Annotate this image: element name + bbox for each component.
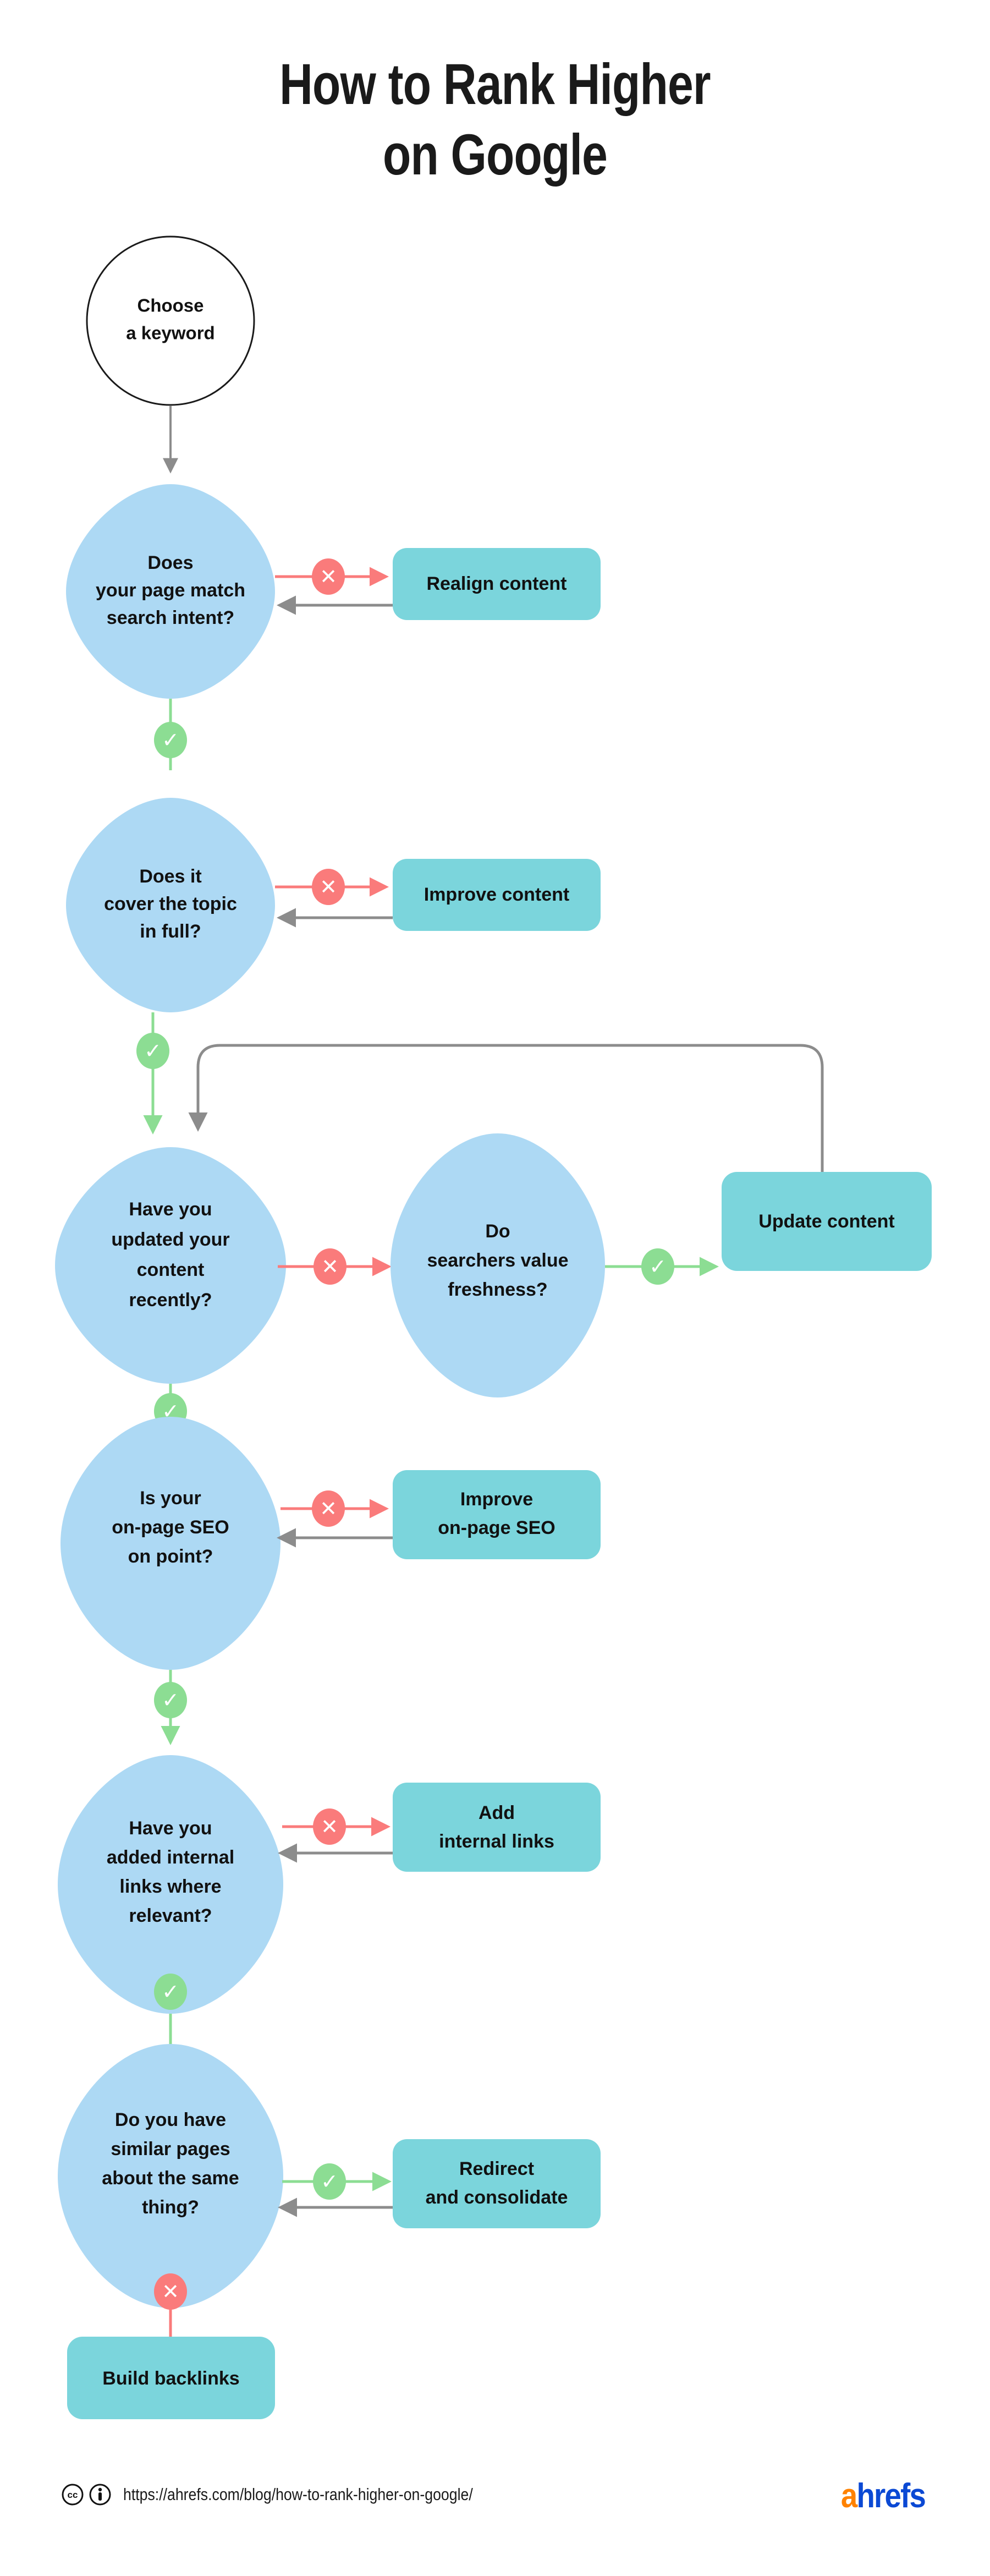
decision-label-duplicate-pages-l1: Do you have	[115, 2109, 226, 2130]
decision-label-internal-links-l3: links where	[119, 1876, 221, 1897]
decision-label-internal-links-l4: relevant?	[129, 1905, 212, 1926]
action-label-build-backlinks: Build backlinks	[102, 2368, 239, 2389]
badge-yes-internal-links: ✓	[154, 1974, 187, 2010]
decision-node-search-intent: Does your page match search intent?	[66, 484, 275, 699]
action-label-redirect-consolidate-l2: and consolidate	[426, 2187, 568, 2208]
x-icon: ✕	[162, 2281, 179, 2304]
decision-label-topic-coverage-l3: in full?	[140, 921, 201, 942]
badge-yes-topic-coverage: ✓	[136, 1033, 169, 1069]
decision-label-searchers-freshness-l3: freshness?	[448, 1279, 547, 1300]
decision-label-on-page-seo-l2: on-page SEO	[112, 1517, 229, 1538]
flowchart-diagram: Choose a keyword Does your page match se…	[55, 235, 932, 2419]
badge-yes-on-page-seo: ✓	[154, 1682, 187, 1718]
x-icon: ✕	[321, 1816, 338, 1839]
action-label-redirect-consolidate-l1: Redirect	[459, 2158, 534, 2179]
action-node-improve-on-page-seo: Improve on-page SEO	[393, 1470, 601, 1559]
check-icon: ✓	[162, 1981, 179, 2004]
decision-label-internal-links-l1: Have you	[129, 1818, 212, 1839]
decision-label-internal-links-l2: added internal	[107, 1847, 234, 1868]
decision-label-search-intent-l3: search intent?	[107, 607, 234, 628]
badge-no-search-intent: ✕	[312, 558, 345, 595]
badge-no-on-page-seo: ✕	[312, 1490, 345, 1527]
action-label-improve-on-page-seo-l1: Improve	[460, 1489, 533, 1510]
badge-yes-duplicate-pages: ✓	[313, 2163, 346, 2200]
action-label-improve-on-page-seo-l2: on-page SEO	[438, 1517, 555, 1538]
infographic-page: How to Rank Higher on Google Choose a ke…	[0, 0, 990, 2576]
check-icon: ✓	[162, 729, 179, 752]
x-icon: ✕	[321, 1256, 339, 1279]
decision-label-duplicate-pages-l3: about the same	[102, 2168, 239, 2189]
action-label-update-content: Update content	[758, 1211, 894, 1232]
decision-node-duplicate-pages: Do you have similar pages about the same…	[58, 2044, 283, 2308]
ahrefs-logo[interactable]: ahrefs	[840, 2477, 926, 2515]
decision-label-on-page-seo-l3: on point?	[128, 1546, 213, 1567]
decision-label-searchers-freshness-l2: searchers value	[427, 1250, 568, 1271]
action-node-add-internal-links: Add internal links	[393, 1783, 601, 1872]
start-node-label-line2: a keyword	[126, 323, 215, 343]
badge-no-internal-links: ✕	[313, 1808, 346, 1845]
decision-label-on-page-seo-l1: Is your	[140, 1488, 201, 1509]
decision-label-search-intent-l1: Does	[147, 552, 193, 573]
action-node-build-backlinks: Build backlinks	[67, 2337, 275, 2419]
decision-label-topic-coverage-l2: cover the topic	[104, 894, 237, 914]
creative-commons-icon: cc	[62, 2484, 84, 2506]
action-node-redirect-consolidate: Redirect and consolidate	[393, 2139, 601, 2228]
decision-node-on-page-seo: Is your on-page SEO on point?	[61, 1417, 280, 1670]
action-label-add-internal-links-l1: Add	[479, 1802, 515, 1823]
decision-label-duplicate-pages-l4: thing?	[142, 2197, 199, 2218]
footer: cc https://ahrefs.com/blog/how-to-rank-h…	[0, 2476, 990, 2536]
svg-text:cc: cc	[68, 2490, 78, 2500]
badge-no-topic-coverage: ✕	[312, 869, 345, 905]
decision-node-content-freshness: Have you updated your content recently?	[55, 1147, 286, 1384]
creative-commons-by-icon	[89, 2484, 111, 2506]
badge-no-duplicate-pages: ✕	[154, 2273, 187, 2310]
decision-label-content-freshness-l3: content	[137, 1259, 205, 1280]
decision-label-topic-coverage-l1: Does it	[139, 866, 201, 887]
decision-label-searchers-freshness-l1: Do	[485, 1221, 510, 1242]
check-icon: ✓	[649, 1256, 667, 1279]
action-node-update-content: Update content	[722, 1172, 932, 1271]
badge-no-content-freshness: ✕	[314, 1248, 346, 1285]
decision-node-searchers-freshness: Do searchers value freshness?	[391, 1133, 605, 1397]
footer-url[interactable]: https://ahrefs.com/blog/how-to-rank-high…	[123, 2485, 473, 2504]
decision-label-content-freshness-l2: updated your	[111, 1229, 229, 1250]
action-label-realign-content: Realign content	[426, 573, 566, 594]
x-icon: ✕	[320, 876, 337, 899]
decision-label-content-freshness-l1: Have you	[129, 1199, 212, 1220]
decision-label-search-intent-l2: your page match	[96, 580, 245, 601]
decision-label-content-freshness-l4: recently?	[129, 1290, 212, 1311]
check-icon: ✓	[321, 2171, 338, 2194]
x-icon: ✕	[320, 1498, 337, 1521]
start-node-label-line1: Choose	[137, 295, 204, 316]
check-icon: ✓	[144, 1040, 162, 1063]
action-label-add-internal-links-l2: internal links	[439, 1831, 554, 1852]
start-node-choose-keyword: Choose a keyword	[86, 235, 255, 406]
footer-license-and-url: cc https://ahrefs.com/blog/how-to-rank-h…	[62, 2484, 530, 2506]
ahrefs-logo-a: a	[840, 2477, 857, 2515]
decision-label-duplicate-pages-l2: similar pages	[111, 2139, 230, 2160]
x-icon: ✕	[320, 566, 337, 589]
action-node-improve-content: Improve content	[393, 859, 601, 931]
action-label-improve-content: Improve content	[424, 884, 569, 905]
action-node-realign-content: Realign content	[393, 548, 601, 620]
badge-yes-searchers-freshness: ✓	[641, 1248, 674, 1285]
decision-node-topic-coverage: Does it cover the topic in full?	[66, 798, 275, 1012]
check-icon: ✓	[162, 1689, 179, 1712]
ahrefs-logo-rest: hrefs	[856, 2477, 926, 2515]
badge-yes-search-intent: ✓	[154, 722, 187, 758]
